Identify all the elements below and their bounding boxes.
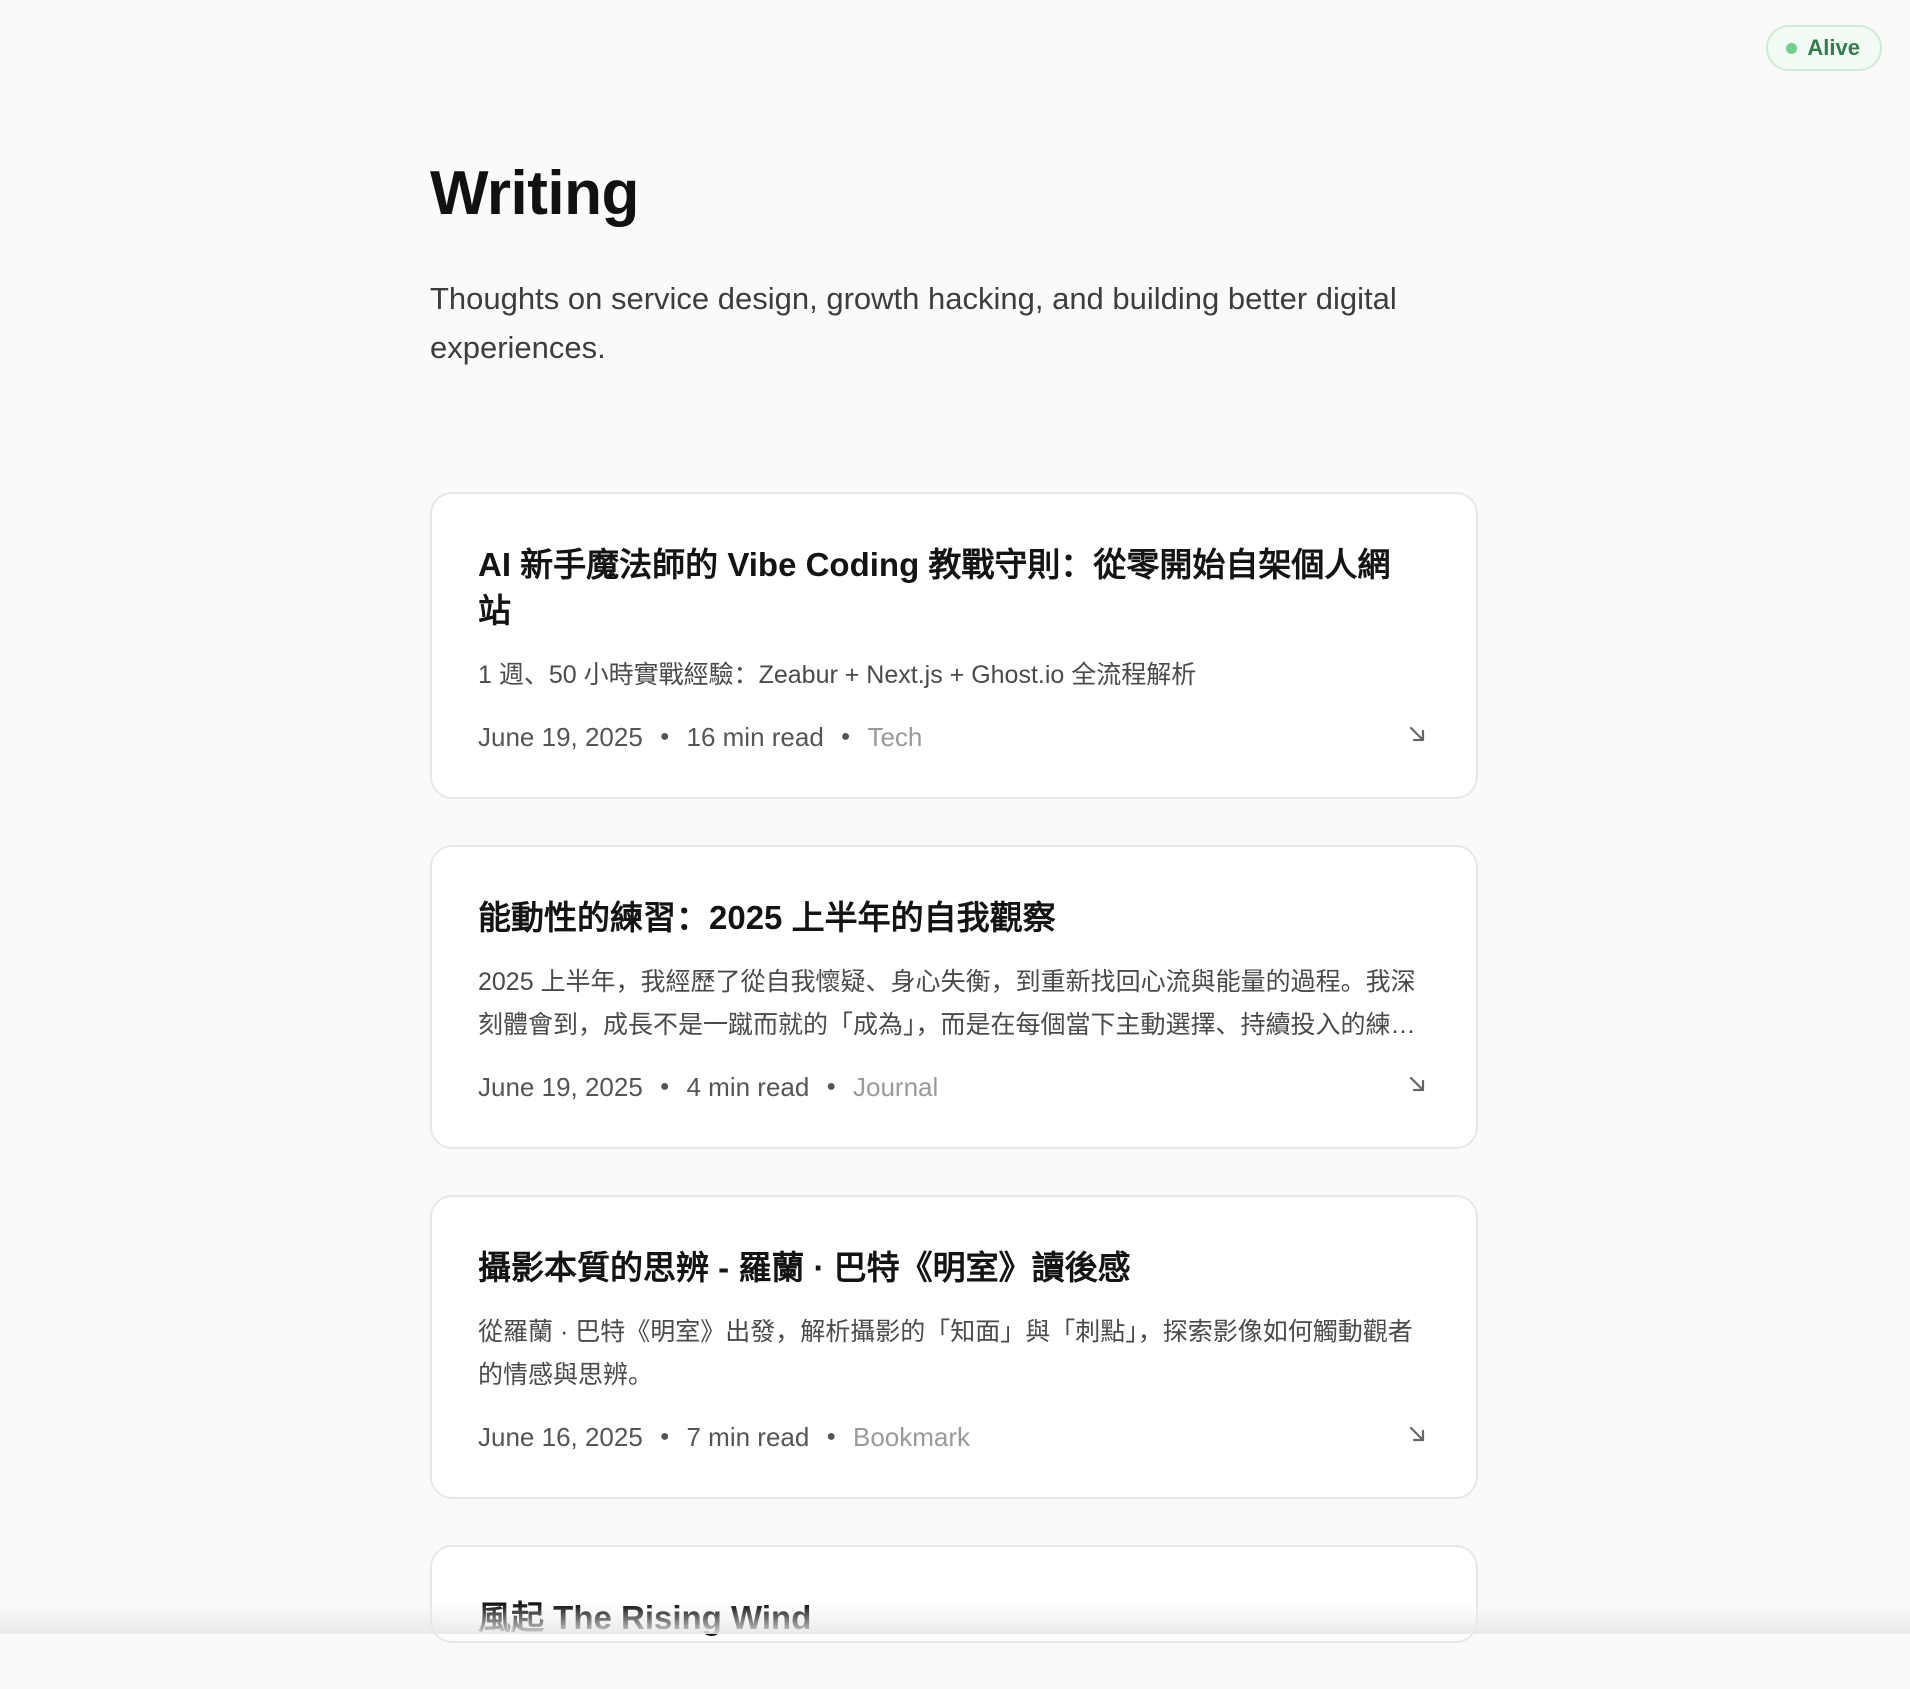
arrow-down-right-icon[interactable] [1406,1073,1428,1095]
arrow-down-right-icon[interactable] [1406,723,1428,745]
post-title[interactable]: AI 新手魔法師的 Vibe Coding 教戰守則：從零開始自架個人網站 [478,542,1418,634]
post-excerpt: 從羅蘭 · 巴特《明室》出發，解析攝影的「知面」與「刺點」，探索影像如何觸動觀者… [478,1318,1413,1389]
status-dot-icon [1786,42,1798,54]
post-date: June 19, 2025 [478,1071,643,1102]
post-read-time: 4 min read [686,1071,810,1102]
post-date: June 19, 2025 [478,721,643,752]
post-tag[interactable]: Journal [853,1072,938,1103]
post-card[interactable]: 能動性的練習：2025 上半年的自我觀察 2025 上半年，我經歷了從自我懷疑、… [430,845,1478,1149]
post-title[interactable]: 能動性的練習：2025 上半年的自我觀察 [478,895,1418,941]
post-card[interactable]: 攝影本質的思辨 - 羅蘭 · 巴特《明室》讀後感 從羅蘭 · 巴特《明室》出發，… [430,1195,1478,1499]
status-label: Alive [1807,35,1860,60]
post-tag[interactable]: Tech [867,722,922,753]
post-read-time: 16 min read [686,721,824,752]
post-title[interactable]: 攝影本質的思辨 - 羅蘭 · 巴特《明室》讀後感 [478,1245,1418,1291]
post-meta: June 19, 2025 ● 16 min read ● Tech [478,717,1430,797]
post-meta: June 19, 2025 ● 4 min read ● Journal [478,1067,1430,1147]
post-excerpt: 2025 上半年，我經歷了從自我懷疑、身心失衡，到重新找回心流與能量的過程。我深… [478,968,1416,1039]
meta-separator: ● [659,728,670,745]
meta-separator: ● [826,1078,836,1095]
post-excerpt: 1 週、50 小時實戰經驗：Zeabur + Next.js + Ghost.i… [478,661,1197,689]
post-card[interactable]: AI 新手魔法師的 Vibe Coding 教戰守則：從零開始自架個人網站 1 … [430,492,1478,799]
page-subtitle: Thoughts on service design, growth hacki… [430,281,1397,365]
post-date: June 16, 2025 [478,1421,643,1452]
meta-separator: ● [826,1428,836,1445]
bottom-fade [0,1604,1910,1634]
post-list: AI 新手魔法師的 Vibe Coding 教戰守則：從零開始自架個人網站 1 … [430,492,1478,1689]
page-title: Writing [430,159,639,228]
post-tag[interactable]: Bookmark [853,1422,970,1453]
status-badge: Alive [1766,25,1882,71]
meta-separator: ● [840,728,851,745]
post-read-time: 7 min read [686,1421,810,1452]
post-meta: June 16, 2025 ● 7 min read ● Bookmark [478,1417,1430,1497]
meta-separator: ● [659,1428,670,1445]
arrow-down-right-icon[interactable] [1406,1423,1428,1445]
meta-separator: ● [659,1078,670,1095]
